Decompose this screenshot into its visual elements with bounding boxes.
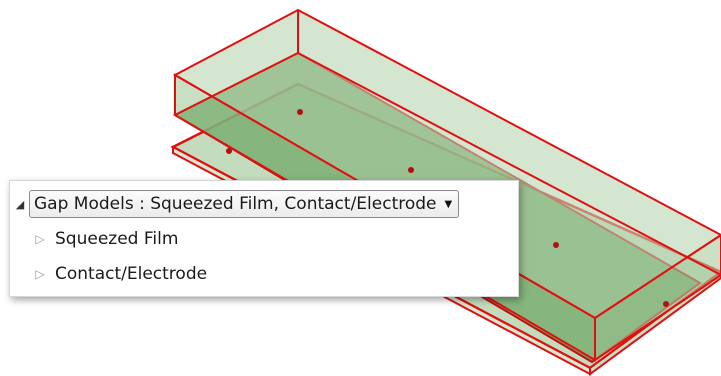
triangle-expanded-icon[interactable]: ◢ [11, 198, 29, 211]
mesh-point [226, 148, 232, 154]
triangle-collapsed-icon[interactable]: ▷ [31, 232, 49, 246]
tree-node-squeezed-film[interactable]: ▷ Squeezed Film [31, 229, 178, 249]
tree-node-contact-electrode[interactable]: ▷ Contact/Electrode [31, 264, 207, 284]
gap-models-select[interactable]: Gap Models : Squeezed Film, Contact/Elec… [29, 190, 460, 218]
gap-models-label: Gap Models : Squeezed Film, Contact/Elec… [34, 194, 437, 214]
tree-node-gap-models: ◢ Gap Models : Squeezed Film, Contact/El… [11, 190, 460, 218]
viewport: ◢ Gap Models : Squeezed Film, Contact/El… [0, 0, 721, 376]
mesh-point [297, 109, 303, 115]
model-tree-panel: ◢ Gap Models : Squeezed Film, Contact/El… [9, 180, 519, 297]
triangle-collapsed-icon[interactable]: ▷ [31, 267, 49, 281]
chevron-down-icon[interactable]: ▼ [445, 199, 453, 210]
tree-node-label: Contact/Electrode [55, 264, 208, 284]
tree-node-label: Squeezed Film [55, 229, 179, 249]
mesh-point [408, 167, 414, 173]
mesh-point [663, 301, 669, 307]
mesh-point [553, 242, 559, 248]
